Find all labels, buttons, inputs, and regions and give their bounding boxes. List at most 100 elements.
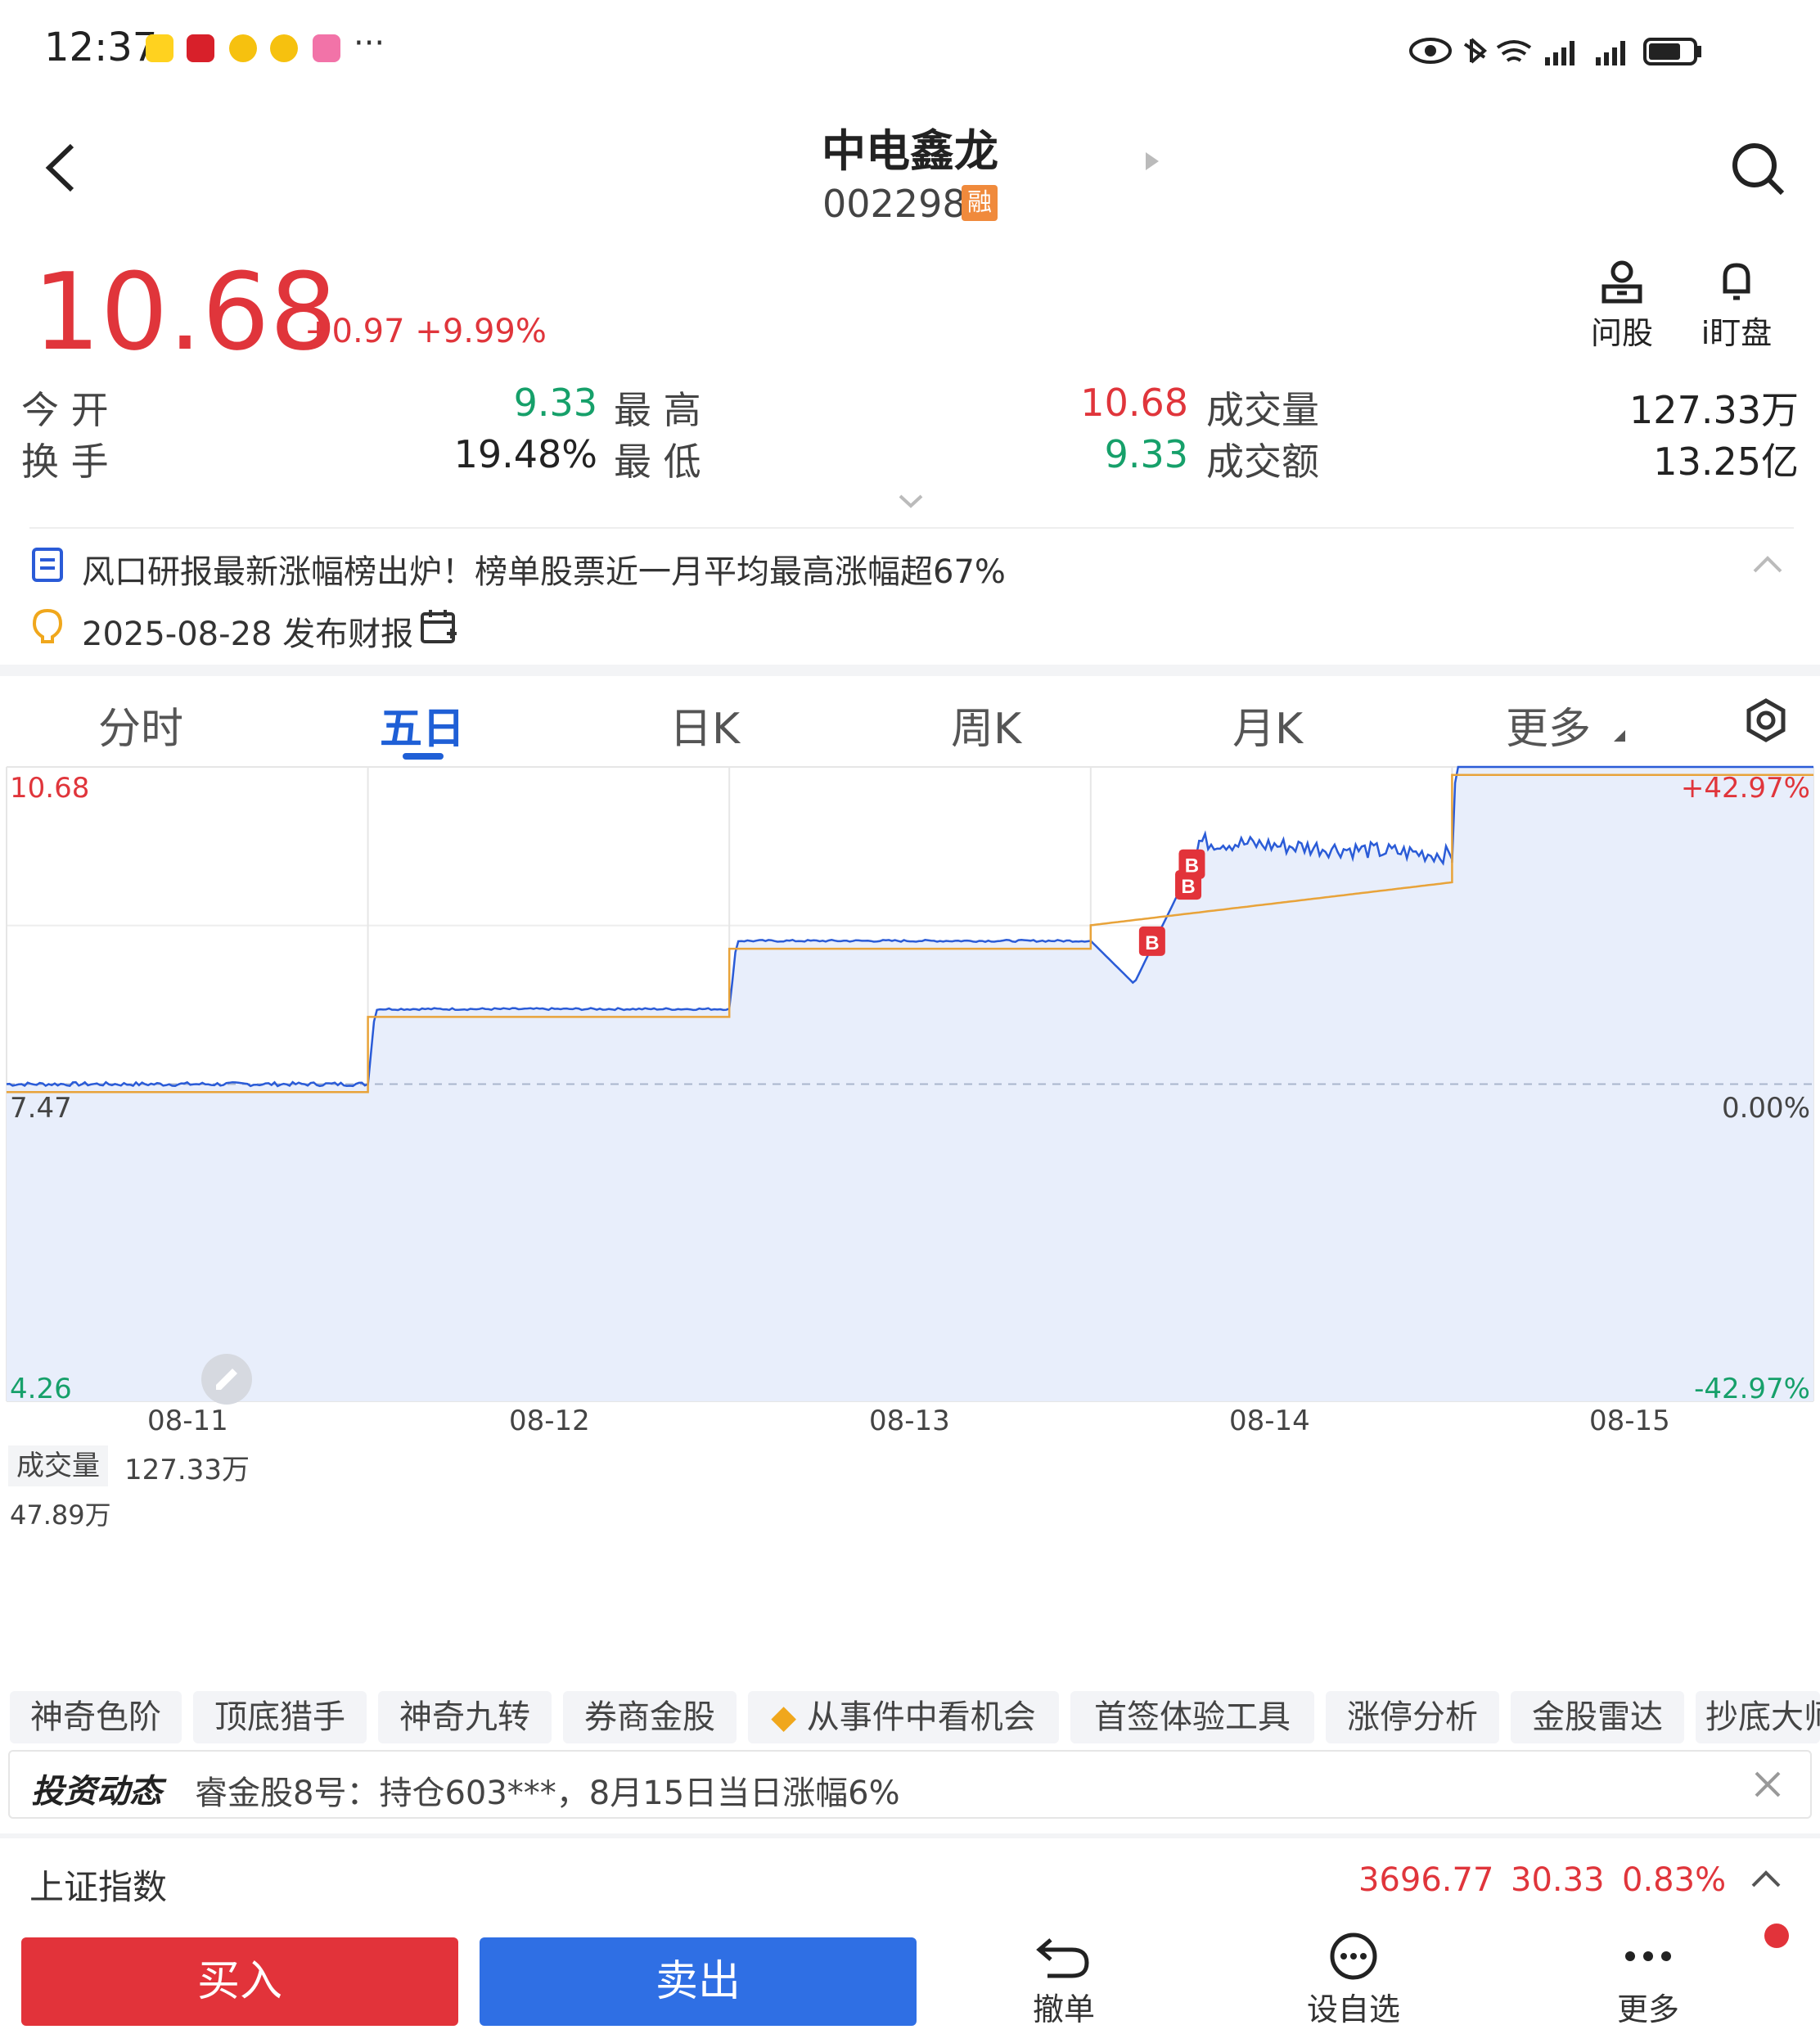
open-value: 9.33 (513, 381, 597, 425)
app-notification-icon (146, 34, 173, 62)
index-value: 3696.77 (1358, 1861, 1494, 1899)
margin-badge: 融 (962, 185, 998, 221)
diamond-icon: ◆ (771, 1698, 797, 1736)
weibo-icon (229, 34, 257, 62)
person-icon (1602, 260, 1642, 304)
buy-button[interactable]: 买入 (21, 1937, 458, 2026)
signal-icon (1596, 41, 1625, 65)
bluetooth-icon (1463, 38, 1488, 64)
turnover-label: 换 手 (21, 440, 109, 484)
close-icon[interactable] (1753, 1770, 1782, 1799)
open-label: 今 开 (21, 388, 109, 432)
ask-stock-button[interactable]: 问股 (1581, 259, 1663, 353)
bell-icon (1723, 263, 1750, 300)
status-bar: 12:37 ··· (0, 0, 1820, 98)
invest-tag: 投资动态 (31, 1773, 162, 1811)
volume-max-label: 47.89万 (10, 1500, 111, 1531)
buy-marker: B (1138, 926, 1165, 956)
status-icons (1409, 38, 1701, 65)
stock-code: 002298 (822, 182, 966, 226)
status-time: 12:37 (44, 25, 158, 70)
weibo-icon (270, 34, 298, 62)
index-name[interactable]: 上证指数 (29, 1860, 167, 1910)
price-change: +0.97 +9.99% (304, 313, 547, 350)
search-icon[interactable] (1728, 139, 1787, 198)
chip-color-scale[interactable]: 神奇色阶 (10, 1691, 182, 1743)
price-mid-label: 7.47 (10, 1092, 72, 1125)
pencil-icon (216, 1369, 237, 1390)
price-bottom-label: 4.26 (10, 1373, 72, 1405)
high-label: 最 高 (614, 388, 701, 432)
pct-top-label: +42.97% (1680, 772, 1810, 805)
report-date[interactable]: 2025-08-28 发布财报 (82, 607, 413, 655)
stock-name: 中电鑫龙 (822, 125, 998, 177)
five-day-chart[interactable]: BBB (0, 765, 1820, 1690)
app-notification-icon (187, 34, 214, 62)
buy-marker: B (1178, 849, 1205, 879)
buy-marker-label: B (1145, 932, 1159, 954)
more-actions-button[interactable]: 更多 (1599, 1932, 1697, 2029)
chip-limit-up[interactable]: 涨停分析 (1326, 1691, 1499, 1743)
more-dots-icon (1625, 1951, 1671, 1961)
chip-bottom-fishing[interactable]: 抄底大师 (1696, 1691, 1820, 1743)
tab-five-day[interactable]: 五日 (380, 694, 465, 755)
pct-mid-label: 0.00% (1721, 1092, 1810, 1125)
volume-indicator-label[interactable]: 成交量 (8, 1445, 108, 1486)
collapse-news-icon[interactable] (1751, 553, 1784, 575)
buy-marker-label: B (1185, 855, 1199, 877)
chip-nine-turn[interactable]: 神奇九转 (378, 1691, 552, 1743)
date-label: 08-13 (869, 1405, 950, 1437)
ellipsis-circle-icon (1330, 1933, 1377, 1980)
section-gap (0, 665, 1820, 676)
volume-label: 成交量 (1206, 388, 1319, 432)
tab-weekly-k[interactable]: 周K (951, 694, 1021, 755)
sell-button[interactable]: 卖出 (480, 1937, 917, 2026)
chip-first-sign[interactable]: 首签体验工具 (1070, 1691, 1314, 1743)
chip-broker-stocks[interactable]: 券商金股 (563, 1691, 737, 1743)
undo-icon (1036, 1938, 1089, 1978)
calendar-add-icon[interactable] (419, 607, 458, 647)
watch-alert-button[interactable]: i盯盘 (1696, 259, 1777, 353)
settings-icon[interactable] (1743, 697, 1789, 743)
add-watchlist-button[interactable]: 设自选 (1304, 1932, 1403, 2029)
volume-total: 127.33万 (124, 1454, 250, 1486)
current-price: 10.68 (33, 250, 338, 374)
low-value: 9.33 (1104, 432, 1188, 476)
volume-value: 127.33万 (1629, 388, 1799, 432)
amount-value: 13.25亿 (1653, 440, 1799, 484)
tab-daily-k[interactable]: 日K (669, 694, 740, 755)
cancel-order-button[interactable]: 撤单 (1015, 1932, 1113, 2029)
amount-label: 成交额 (1206, 440, 1319, 484)
signal-icon (1545, 41, 1574, 65)
date-label: 08-14 (1229, 1405, 1310, 1437)
draw-tool-button[interactable] (201, 1354, 252, 1405)
divider (29, 527, 1794, 529)
tab-minute[interactable]: 分时 (98, 694, 183, 755)
turnover-value: 19.48% (453, 432, 597, 476)
news-headline[interactable]: 风口研报最新涨幅榜出炉！榜单股票近一月平均最高涨幅超67% (82, 545, 1006, 593)
next-stock-icon[interactable] (1142, 149, 1162, 174)
low-label: 最 低 (614, 440, 701, 484)
app-notification-icon (313, 34, 340, 62)
chip-gold-radar[interactable]: 金股雷达 (1511, 1691, 1684, 1743)
date-label: 08-12 (509, 1405, 590, 1437)
index-change: 30.33 (1511, 1861, 1605, 1899)
expand-quote-icon[interactable] (897, 493, 925, 511)
chip-top-bottom[interactable]: 顶底猎手 (193, 1691, 367, 1743)
chip-event-opportunity[interactable]: ◆ 从事件中看机会 (748, 1691, 1059, 1743)
index-pct: 0.83% (1622, 1861, 1727, 1899)
invest-text: 睿金股8号：持仓603***，8月15日当日涨幅6% (195, 1775, 900, 1812)
expand-index-icon[interactable] (1750, 1868, 1782, 1889)
tab-monthly-k[interactable]: 月K (1232, 694, 1303, 755)
wifi-icon (1496, 40, 1532, 62)
dropdown-icon (1614, 730, 1625, 742)
active-tab-indicator (403, 753, 444, 760)
notification-dot (1764, 1923, 1789, 1948)
tab-more[interactable]: 更多 (1506, 694, 1591, 755)
date-label: 08-11 (147, 1405, 228, 1437)
document-icon (32, 548, 63, 582)
buy-marker-label: B (1181, 876, 1195, 898)
high-value: 10.68 (1080, 381, 1188, 425)
invest-news-bar[interactable]: 投资动态 睿金股8号：持仓603***，8月15日当日涨幅6% (8, 1750, 1812, 1819)
price-top-label: 10.68 (10, 772, 90, 805)
